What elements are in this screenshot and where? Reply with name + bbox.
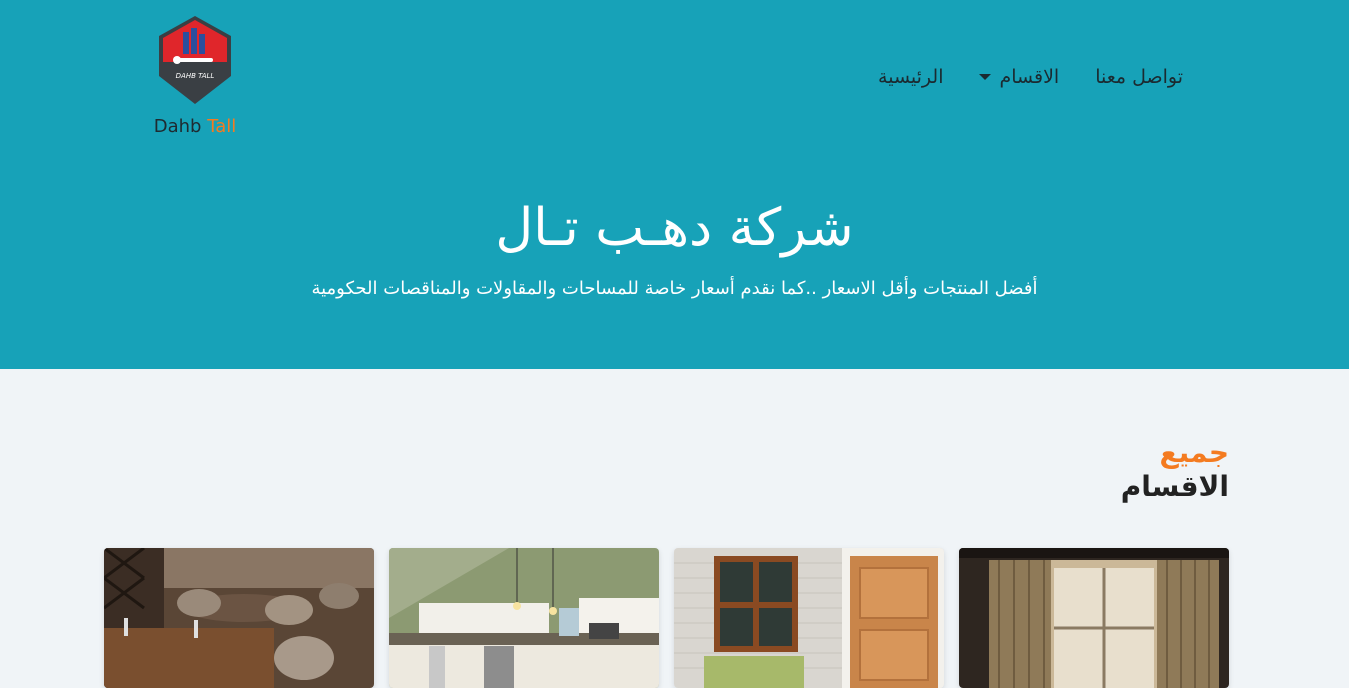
nav-item-home[interactable]: الرئيسية [860, 66, 961, 88]
curtains-image [959, 548, 1229, 688]
logo-badge-text: DAHB TALL [176, 72, 215, 80]
category-card-kitchen[interactable] [389, 548, 659, 688]
category-card-doors-windows[interactable] [674, 548, 944, 688]
category-card-curtains[interactable] [959, 548, 1229, 688]
hero-banner: DAHB TALL Dahb Tall تواصل معنا الاقسام ا… [0, 0, 1349, 369]
nav-item-contact[interactable]: تواصل معنا [1077, 66, 1201, 88]
brand-name: Dahb Tall [140, 116, 250, 137]
section-title-line2: الاقسام [1120, 470, 1229, 503]
category-cards [104, 548, 1229, 688]
brand-logo[interactable]: DAHB TALL Dahb Tall [140, 14, 250, 137]
section-title: جميع الاقسام [1121, 436, 1229, 504]
nav-item-contact-label: تواصل معنا [1095, 66, 1183, 88]
category-card-restaurant[interactable] [104, 548, 374, 688]
hero-subtitle: أفضل المنتجات وأقل الاسعار ..كما نقدم أس… [311, 278, 1038, 299]
kitchen-image [389, 548, 659, 688]
hero-title: شركة دهـب تـال [495, 198, 854, 258]
logo-shield-icon: DAHB TALL [159, 16, 231, 104]
nav-item-categories-label: الاقسام [999, 66, 1060, 88]
restaurant-image [104, 548, 374, 688]
section-title-line1: جميع [1159, 436, 1229, 469]
caret-down-icon [979, 74, 992, 80]
nav-item-home-label: الرئيسية [878, 66, 944, 88]
brand-name-part1: Dahb [153, 116, 202, 137]
brand-name-part2: Tall [207, 116, 237, 137]
nav-item-categories[interactable]: الاقسام [961, 66, 1077, 88]
doors-windows-image [674, 548, 944, 688]
main-nav: تواصل معنا الاقسام الرئيسية [860, 66, 1201, 88]
